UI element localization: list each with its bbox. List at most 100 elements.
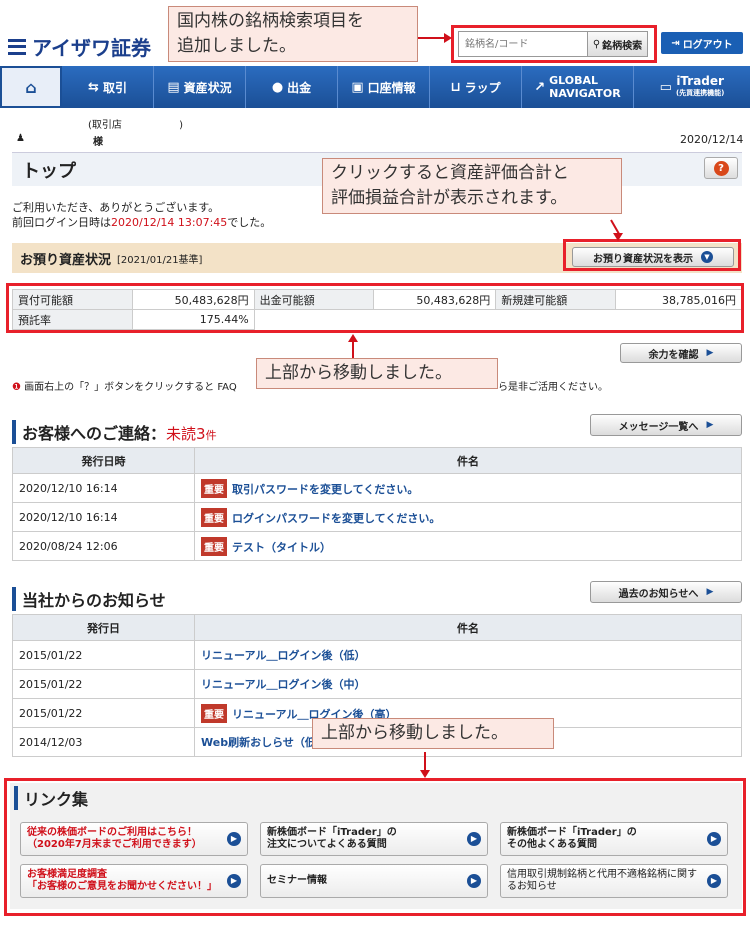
link-line-1: お客様満足度調査 — [27, 869, 107, 880]
empty-cell — [253, 309, 742, 330]
arrowhead-search — [444, 33, 452, 43]
callout-search-line-1: 国内株の銘柄検索項目を — [177, 11, 364, 31]
link-itrader-other-faq[interactable]: 新株価ボード「iTrader」の その他よくある質問 ▶ — [500, 822, 728, 856]
buying-power-value: 50,483,628円 — [131, 289, 255, 310]
news-subject-link[interactable]: Web刷新おしらせ（低） — [201, 736, 327, 749]
nav-assets-label: 資産状況 — [183, 80, 232, 95]
link-old-board[interactable]: 従来の株価ボードのご利用はこちら！ （2020年7月末までご利用できます） ▶ — [20, 822, 248, 856]
message-subject-link[interactable]: 取引パスワードを変更してください。 — [232, 483, 418, 496]
news-header-row: 発行日 件名 — [12, 614, 742, 641]
nav-withdraw[interactable]: ● 出金 — [246, 66, 338, 108]
nav-itrader-label-1: iTrader — [676, 74, 724, 88]
link-line-1: 従来の株価ボードのご利用はこちら！ — [27, 827, 197, 838]
current-date: 2020/12/14 — [680, 133, 744, 146]
news-subject-link[interactable]: リニューアル＿ログイン後（低） — [201, 649, 365, 662]
news-date: 2015/01/22 — [12, 640, 195, 670]
link-seminar[interactable]: セミナー情報 ▶ — [260, 864, 488, 898]
message-subject-cell: 重要 テスト（タイトル） — [194, 531, 742, 561]
messages-header-row: 発行日時 件名 — [12, 447, 742, 474]
link-line-2: 「お客様のご意見をお聞かせください！」 — [27, 881, 217, 892]
callout-moved-1: 上部から移動しました。 — [256, 358, 498, 389]
withdrawable-label: 出金可能額 — [253, 289, 375, 310]
assets-row: 買付可能額 50,483,628円 出金可能額 50,483,628円 新規建可… — [12, 289, 742, 310]
unread-count: 未読3 — [166, 425, 206, 443]
important-badge: 重要 — [201, 507, 227, 527]
deposit-rate-label: 預託率 — [12, 309, 133, 330]
nav-assets[interactable]: ▤ 資産状況 — [154, 66, 246, 108]
nav-account[interactable]: ▣ 口座情報 — [338, 66, 430, 108]
callout-moved-2-text: 上部から移動しました。 — [321, 723, 508, 743]
external-icon: ↗ — [534, 79, 546, 95]
nav-trade[interactable]: ⇆ 取引 — [62, 66, 154, 108]
assets-title: お預り資産状況 — [20, 252, 112, 268]
wrap-icon: ⊔ — [450, 79, 461, 95]
help-icon: ? — [713, 160, 729, 176]
user-icon: ♟ — [16, 133, 25, 144]
chevron-down-icon: ▼ — [701, 251, 713, 263]
callout-assets-line-2: 評価損益合計が表示されます。 — [331, 188, 568, 208]
welcome-message: ご利用いただき、ありがとうございます。 — [12, 201, 220, 214]
callout-assets: クリックすると資産評価合計と 評価損益合計が表示されます。 — [322, 158, 622, 214]
nav-trade-label: 取引 — [102, 80, 127, 95]
stock-search-button-label: 銘柄検索 — [602, 40, 643, 52]
chevron-right-icon: ▶ — [467, 832, 481, 846]
link-line-1: 新株価ボード「iTrader」の — [267, 827, 397, 838]
main-nav: ⌂ ⇆ 取引 ▤ 資産状況 ● 出金 ▣ 口座情報 ⊔ ラップ ↗ GLOBAL… — [0, 66, 750, 108]
table-row[interactable]: 2020/08/24 12:06 重要 テスト（タイトル） — [12, 531, 742, 561]
search-icon: ⚲ — [592, 38, 601, 50]
message-list-button[interactable]: メッセージ一覧へ ▶ — [590, 414, 742, 436]
assets-table: 買付可能額 50,483,628円 出金可能額 50,483,628円 新規建可… — [12, 289, 742, 330]
new-position-label: 新規建可能額 — [495, 289, 617, 310]
message-subject-link[interactable]: ログインパスワードを変更してください。 — [232, 512, 440, 525]
news-heading: 当社からのお知らせ — [12, 587, 166, 611]
link-line-2: （2020年7月末までご利用できます） — [27, 839, 202, 850]
last-login-time: 2020/12/14 13:07:45 — [111, 216, 228, 229]
withdrawable-value: 50,483,628円 — [373, 289, 497, 310]
nav-wrap[interactable]: ⊔ ラップ — [430, 66, 522, 108]
account-icon: ▣ — [351, 79, 364, 95]
news-title: 当社からのお知らせ — [22, 591, 166, 610]
news-subject-link[interactable]: リニューアル＿ログイン後（中） — [201, 678, 365, 691]
news-date: 2015/01/22 — [12, 698, 195, 728]
nav-home[interactable]: ⌂ — [0, 66, 62, 108]
last-login-prefix: 前回ログイン日時は — [12, 216, 111, 229]
nav-global-navigator[interactable]: ↗ GLOBAL NAVIGATOR — [522, 66, 634, 108]
chevron-right-icon: ▶ — [227, 874, 241, 888]
messages-table: 発行日時 件名 2020/12/10 16:14 重要 取引パスワードを変更してく… — [12, 447, 742, 561]
table-row[interactable]: 2020/12/10 16:14 重要 取引パスワードを変更してください。 — [12, 473, 742, 503]
check-margin-label: 余力を確認 — [648, 349, 699, 361]
show-assets-button[interactable]: お預り資産状況を表示 ▼ — [572, 247, 734, 267]
past-news-label: 過去のお知らせへ — [618, 588, 699, 600]
table-row[interactable]: 2015/01/22 リニューアル＿ログイン後（中） — [12, 669, 742, 699]
callout-search-line-2: 追加しました。 — [177, 36, 296, 56]
important-badge: 重要 — [201, 536, 227, 556]
logout-button[interactable]: ⇥ ログアウト — [661, 32, 743, 54]
nav-global-label-1: GLOBAL — [549, 74, 599, 87]
col-date-header: 発行日時 — [12, 447, 195, 474]
link-margin-regulation[interactable]: 信用取引規制銘柄と代用不適格銘柄に関す るお知らせ ▶ — [500, 864, 728, 898]
check-margin-button[interactable]: 余力を確認 ▶ — [620, 343, 742, 363]
callout-search: 国内株の銘柄検索項目を 追加しました。 — [168, 6, 418, 62]
new-position-value: 38,785,016円 — [615, 289, 742, 310]
faq-notice-right: ら是非ご活用ください。 — [498, 382, 608, 393]
stock-search-input[interactable] — [459, 32, 587, 56]
monitor-icon: ▭ — [659, 79, 672, 95]
arrowhead-moved-1 — [348, 334, 358, 342]
stock-search-button[interactable]: ⚲ 銘柄検索 — [587, 32, 647, 56]
nav-itrader[interactable]: ▭ iTrader (先買連携機能) — [634, 66, 750, 108]
nav-withdraw-label: 出金 — [287, 80, 312, 95]
table-row[interactable]: 2015/01/22 リニューアル＿ログイン後（低） — [12, 640, 742, 670]
user-name-suffix: 様 — [93, 137, 103, 148]
link-itrader-order-faq[interactable]: 新株価ボード「iTrader」の 注文についてよくある質問 ▶ — [260, 822, 488, 856]
logo-mark-icon — [8, 38, 26, 55]
news-date: 2015/01/22 — [12, 669, 195, 699]
table-row[interactable]: 2020/12/10 16:14 重要 ログインパスワードを変更してください。 — [12, 502, 742, 532]
chevron-right-icon: ▶ — [707, 832, 721, 846]
message-subject-cell: 重要 取引パスワードを変更してください。 — [194, 473, 742, 503]
link-survey[interactable]: お客様満足度調査 「お客様のご意見をお聞かせください！」 ▶ — [20, 864, 248, 898]
help-button[interactable]: ? — [704, 157, 738, 179]
message-date: 2020/08/24 12:06 — [12, 531, 195, 561]
branch-info: (取引店 ) — [88, 116, 183, 131]
past-news-button[interactable]: 過去のお知らせへ ▶ — [590, 581, 742, 603]
message-subject-link[interactable]: テスト（タイトル） — [232, 541, 331, 554]
